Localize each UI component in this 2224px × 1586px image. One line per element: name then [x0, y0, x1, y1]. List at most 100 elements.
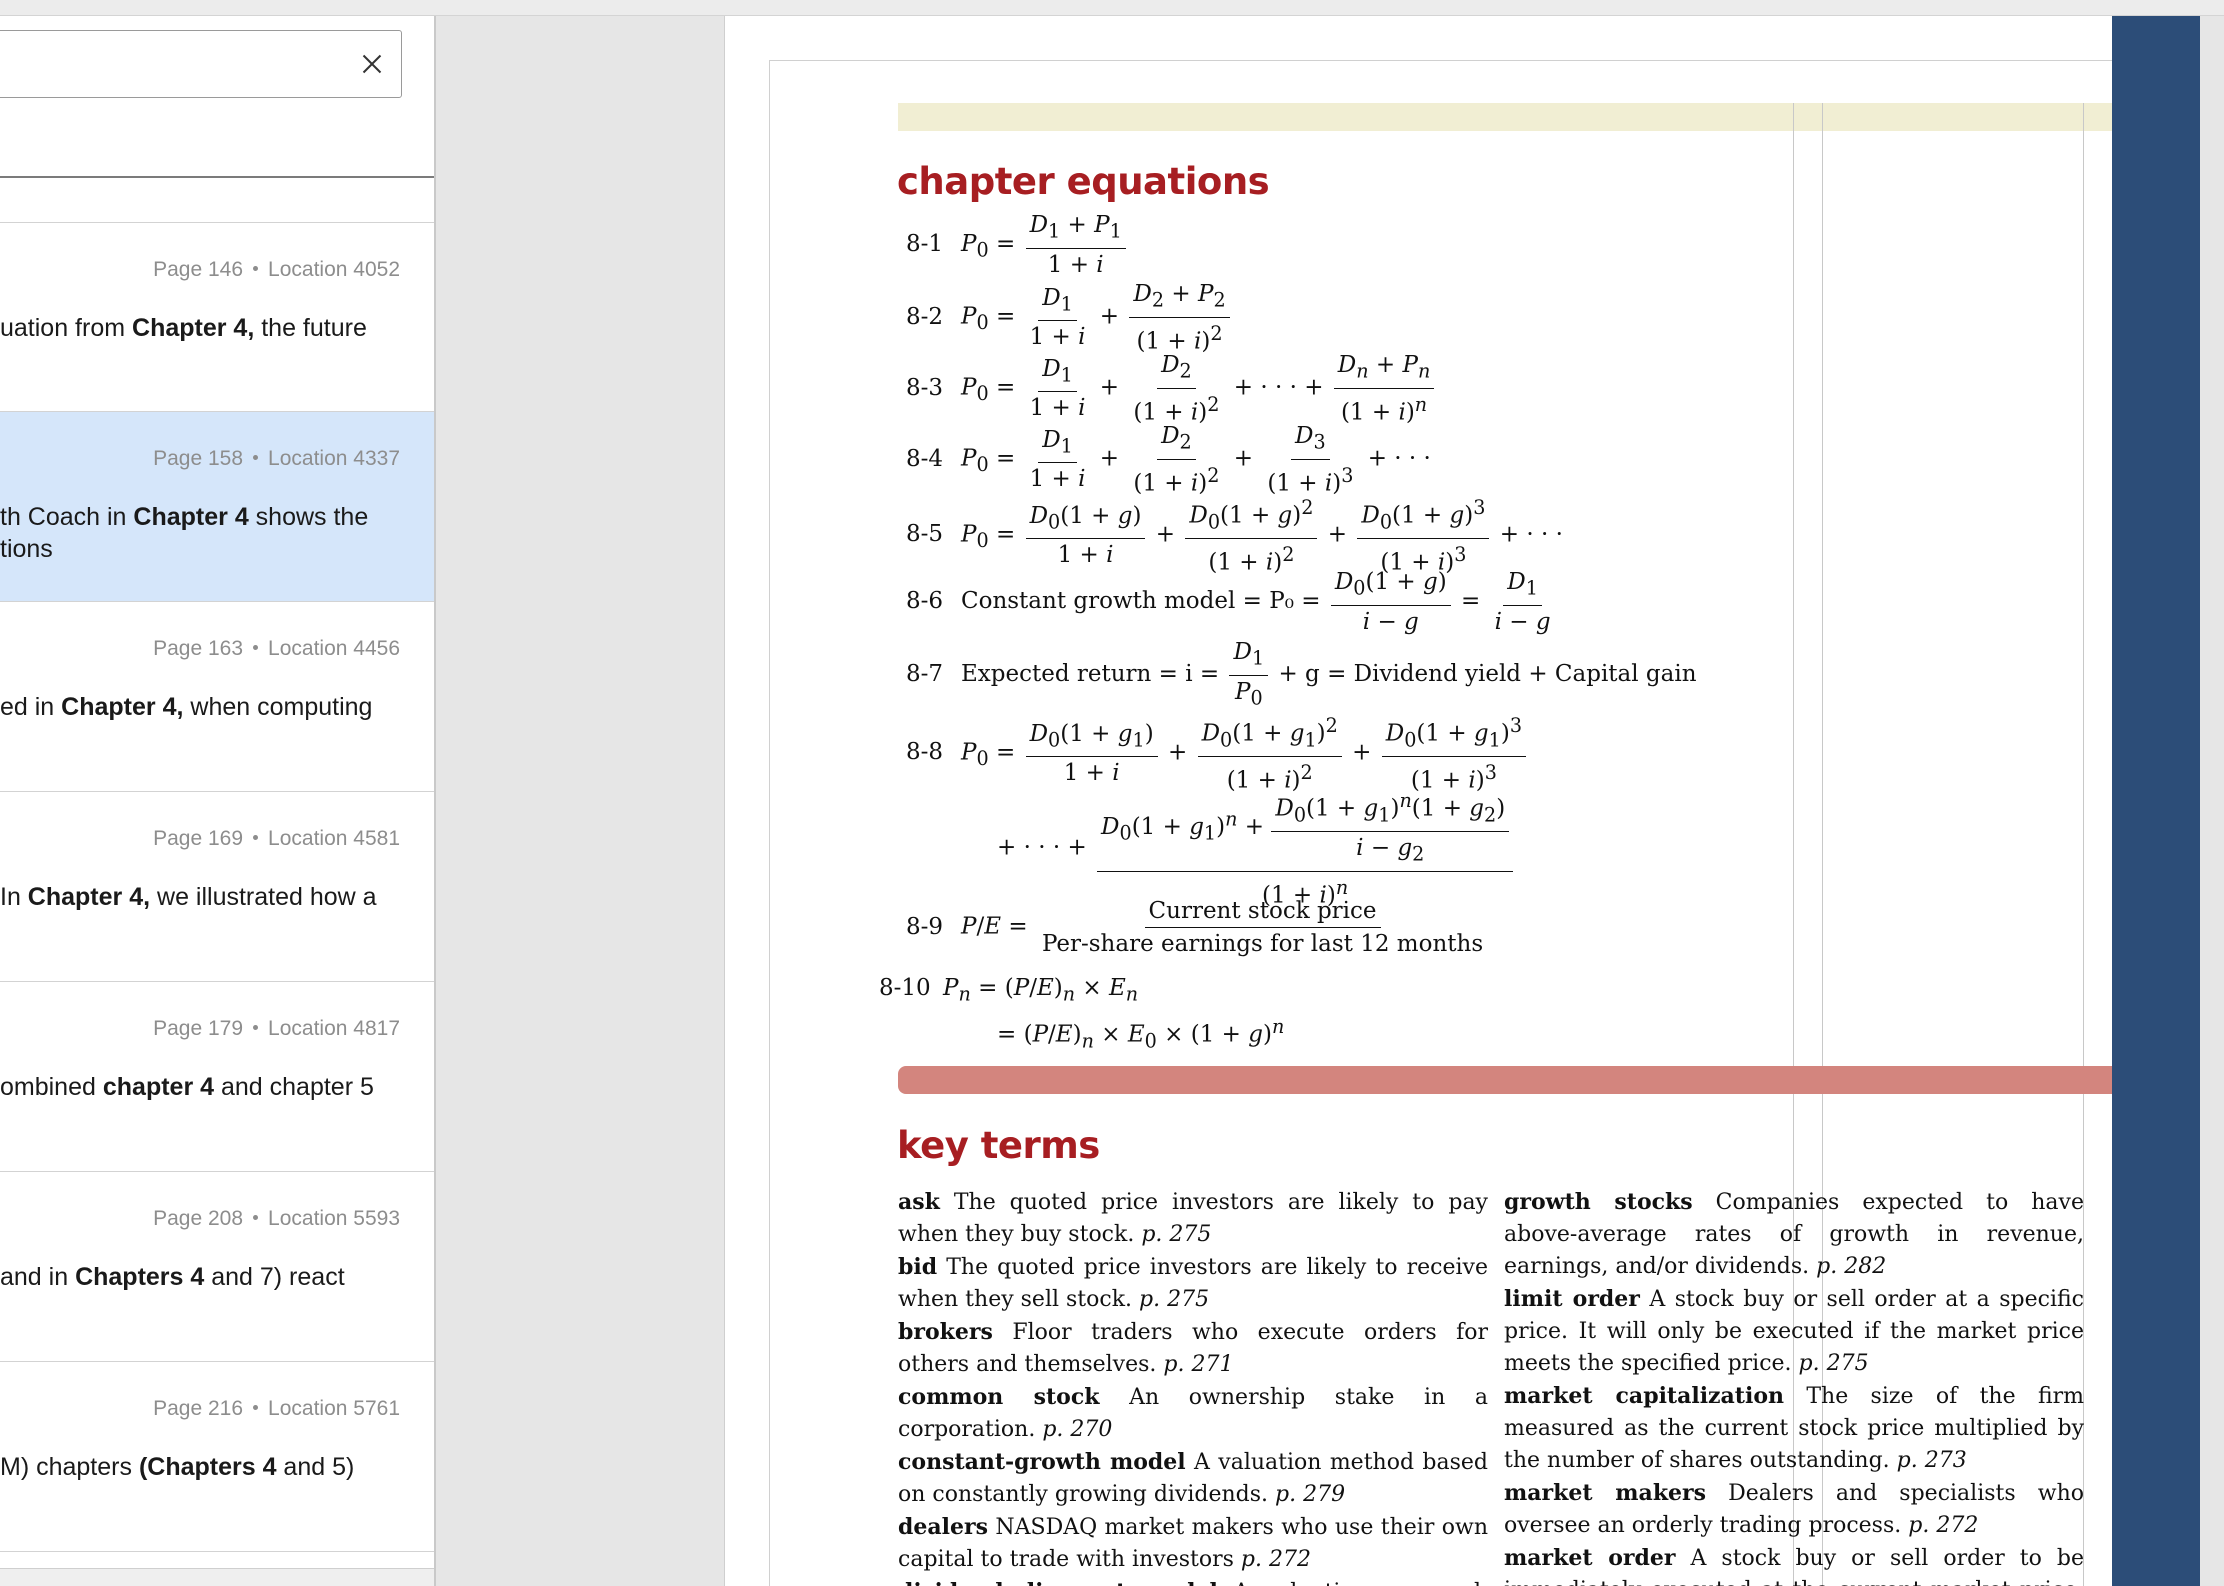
key-term-page-ref: p. 272 — [1240, 1547, 1311, 1572]
equation-label: 8-1 — [905, 230, 943, 257]
key-term-page-ref: p. 275 — [1139, 1287, 1210, 1312]
key-term-page-ref: p. 273 — [1896, 1448, 1967, 1473]
separator-dot — [253, 835, 259, 841]
equation-label: 8-4 — [905, 445, 943, 472]
snippet-text: the future — [254, 314, 367, 342]
equation-text: Constant growth model = P₀ = — [961, 587, 1321, 614]
key-term-entry: common stock An ownership stake in a cor… — [898, 1381, 1488, 1446]
search-result-item[interactable]: Page 158 Location 4337 th Coach in Chapter… — [0, 412, 434, 602]
equation-label: 8-6 — [905, 587, 943, 614]
result-snippet: ed in Chapter 4, when computing — [0, 691, 410, 723]
result-page: Page 163 — [153, 637, 244, 660]
key-term-page-ref: p. 279 — [1275, 1482, 1346, 1507]
result-page: Page 158 — [153, 447, 244, 470]
key-term-entry: brokers Floor traders who execute orders… — [898, 1316, 1488, 1381]
result-location: Page 169 Location 4581 — [153, 827, 400, 851]
search-result-item[interactable]: Page 179 Location 4817 ombined chapter 4 a… — [0, 982, 434, 1172]
search-result-item[interactable]: Page 146 Location 4052 uation from Chapter… — [0, 222, 434, 412]
search-input[interactable] — [0, 30, 402, 98]
snippet-match: (Chapters 4 — [138, 1453, 277, 1481]
key-term: bid — [898, 1254, 938, 1280]
key-term-entry: ask The quoted price investors are likel… — [898, 1186, 1488, 1251]
separator-dot — [253, 645, 259, 651]
result-snippet: uation from Chapter 4, the future — [0, 312, 410, 344]
key-term-page-ref: p. 275 — [1798, 1351, 1869, 1376]
key-term-entry: dividend discount model A valuation appr… — [898, 1576, 1488, 1586]
result-location-number: Location 4581 — [268, 827, 400, 850]
key-term: common stock — [898, 1384, 1100, 1410]
equation-8-6: 8-6 Constant growth model = P₀ = D0(1 + g… — [897, 567, 1558, 637]
key-term-page-ref: p. 282 — [1816, 1254, 1887, 1279]
result-page: Page 146 — [153, 258, 244, 281]
equation-8-5: 8-5 P0 = D0(1 + g) 1 + i + D0(1 + g)2 (1 + … — [897, 493, 1563, 578]
result-snippet: th Coach in Chapter 4 shows the tions — [0, 501, 410, 565]
key-term: growth stocks — [1504, 1189, 1693, 1215]
equation-label: 8-3 — [905, 374, 943, 401]
snippet-match: Chapter 4, — [132, 314, 255, 342]
you-were-here-marker[interactable]: You were here — [0, 1568, 434, 1586]
separator-dot — [253, 455, 259, 461]
result-location-number: Location 5593 — [268, 1207, 400, 1230]
snippet-text: we illustrated how a — [150, 883, 377, 911]
key-term-entry: market capitalization The size of the fi… — [1504, 1380, 2084, 1477]
result-location: Page 158 Location 4337 — [153, 447, 400, 471]
snippet-text: In — [0, 883, 28, 911]
result-location-number: Location 4817 — [268, 1017, 400, 1040]
separator-dot — [253, 266, 259, 272]
snippet-text: uation from — [0, 314, 133, 342]
snippet-text: when computing — [183, 693, 373, 721]
equation-numerator: Current stock price — [1144, 896, 1381, 928]
section-heading-equations: chapter equations — [897, 160, 1270, 203]
search-result-item[interactable]: Page 163 Location 4456 ed in Chapter 4, wh… — [0, 602, 434, 792]
equation-label: 8-8 — [905, 739, 943, 766]
key-term-entry: bid The quoted price investors are likel… — [898, 1251, 1488, 1316]
result-location-number: Location 5761 — [268, 1397, 400, 1420]
close-icon[interactable] — [357, 49, 387, 79]
equation-text: Expected return = i = — [961, 661, 1220, 688]
window-top-strip — [0, 0, 2224, 16]
result-location: Page 146 Location 4052 — [153, 258, 400, 282]
snippet-match: Chapter 4 — [133, 503, 249, 531]
key-term: market makers — [1504, 1480, 1707, 1506]
key-term: market capitalization — [1504, 1383, 1784, 1409]
key-term-page-ref: p. 270 — [1042, 1417, 1113, 1442]
result-page: Page 169 — [153, 827, 244, 850]
key-term-entry: limit order A stock buy or sell order at… — [1504, 1283, 2084, 1380]
key-term: limit order — [1504, 1286, 1640, 1312]
key-term: dividend discount model — [898, 1579, 1218, 1586]
search-result-item[interactable]: Page 208 Location 5593 and in Chapters 4 a… — [0, 1172, 434, 1362]
key-term: dealers — [898, 1514, 988, 1540]
equation-label: 8-2 — [905, 303, 943, 330]
result-snippet: ombined chapter 4 and chapter 5 — [0, 1071, 410, 1103]
result-location: Page 179 Location 4817 — [153, 1017, 400, 1041]
section-heading-key-terms: key terms — [897, 1124, 1100, 1167]
equation-label: 8-5 — [905, 521, 943, 548]
result-page: Page 179 — [153, 1017, 244, 1040]
equation-8-10: 8-10 Pn = (P/E)n × En = (P/E)n × E0 × (1 … — [879, 972, 1284, 1057]
equation-label: 8-7 — [905, 661, 943, 688]
key-term-entry: constant-growth model A valuation method… — [898, 1446, 1488, 1511]
key-term: constant-growth model — [898, 1449, 1186, 1475]
result-location-number: Location 4052 — [268, 258, 400, 281]
result-page: Page 216 — [153, 1397, 244, 1420]
key-terms-right-column: growth stocks Companies expected to have… — [1504, 1186, 2084, 1586]
separator-dot — [253, 1025, 259, 1031]
key-term-page-ref: p. 272 — [1908, 1513, 1979, 1538]
key-term-entry: market makers Dealers and specialists wh… — [1504, 1477, 2084, 1542]
search-result-item[interactable]: Page 216 Location 5761 M) chapters (Chapte… — [0, 1362, 434, 1552]
result-location: Page 216 Location 5761 — [153, 1397, 400, 1421]
key-term-entry: market order A stock buy or sell order t… — [1504, 1542, 2084, 1586]
divider — [0, 176, 434, 178]
snippet-text: and chapter 5 — [214, 1073, 374, 1101]
key-term: market order — [1504, 1545, 1676, 1571]
page-edge-bar — [2112, 16, 2200, 1586]
results-list: Page 146 Location 4052 uation from Chapter… — [0, 222, 434, 1552]
result-page: Page 208 — [153, 1207, 244, 1230]
snippet-text: th Coach in — [0, 503, 134, 531]
snippet-text: ed in — [0, 693, 62, 721]
separator-dot — [253, 1215, 259, 1221]
search-result-item[interactable]: Page 169 Location 4581 In Chapter 4, we il… — [0, 792, 434, 982]
key-term-entry: growth stocks Companies expected to have… — [1504, 1186, 2084, 1283]
key-term-page-ref: p. 275 — [1141, 1222, 1212, 1247]
equation-8-1: 8-1 P0 = D1 + P1 1 + i — [897, 210, 1129, 280]
